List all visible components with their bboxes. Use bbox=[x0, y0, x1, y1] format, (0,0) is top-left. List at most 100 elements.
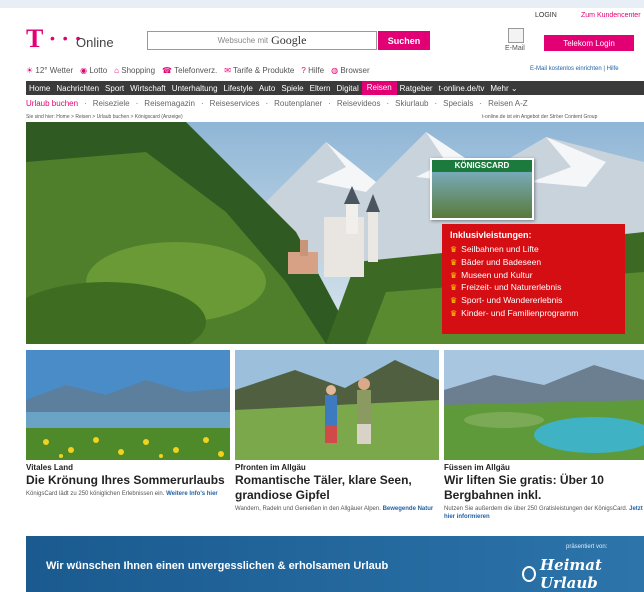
search-placeholder: Websuche mit bbox=[217, 36, 269, 45]
tile-title[interactable]: Romantische Täler, klare Seen, grandiose… bbox=[235, 473, 439, 503]
nav-auto[interactable]: Auto bbox=[256, 84, 278, 93]
lake-flowers-image bbox=[26, 350, 230, 460]
teaser-image-lake[interactable] bbox=[444, 350, 644, 460]
tile-kicker: Vitales Land bbox=[26, 463, 73, 472]
subnav-sep: · bbox=[84, 99, 87, 108]
subnav-az[interactable]: Reisen A-Z bbox=[488, 99, 528, 108]
nav-more[interactable]: Mehr ⌄ bbox=[487, 84, 520, 93]
quicklink-label: Lotto bbox=[89, 66, 108, 75]
subnav-sep: · bbox=[386, 99, 390, 108]
subnav-sep: · bbox=[265, 99, 269, 108]
help-icon: ? bbox=[301, 66, 306, 75]
inclusive-item: ♛ Museen und Kultur bbox=[450, 269, 625, 282]
teaser-image-hikers[interactable] bbox=[235, 350, 439, 460]
inclusive-item-label: Bäder und Badeseen bbox=[461, 256, 542, 267]
tile-teaser: Nutzen Sie außerdem die über 250 Gratisl… bbox=[444, 505, 644, 521]
tile-title[interactable]: Wir liften Sie gratis: Über 10 Bergbahne… bbox=[444, 473, 644, 503]
mail-icon[interactable] bbox=[508, 28, 524, 43]
quicklink-browser[interactable]: ◍ Browser bbox=[331, 66, 370, 75]
quicklink-phonebook[interactable]: ☎ Telefonverz. bbox=[162, 66, 217, 75]
tariff-icon: ✉ bbox=[224, 66, 231, 75]
subnav-destinations[interactable]: Reiseziele bbox=[93, 99, 130, 108]
phone-icon: ☎ bbox=[162, 66, 173, 75]
teaser-tile-1[interactable]: Vitales Land Die Krönung Ihres Sommerurl… bbox=[26, 350, 230, 498]
inclusive-item: ♛ Bäder und Badeseen bbox=[450, 256, 625, 269]
quicklinks-bar: ☀ 12° Wetter ◉ Lotto ⌂ Shopping ☎ Telefo… bbox=[26, 66, 370, 75]
tile-teaser-text: KönigsCard lädt zu 250 königlichen Erleb… bbox=[26, 491, 165, 497]
tile-teaser-text: Nutzen Sie außerdem die über 250 Gratisl… bbox=[444, 506, 628, 512]
nav-news[interactable]: Nachrichten bbox=[53, 84, 102, 93]
nav-advice[interactable]: Ratgeber bbox=[397, 84, 436, 93]
tile-title[interactable]: Die Krönung Ihres Sommerurlaubs bbox=[26, 473, 230, 488]
mail-label[interactable]: E-Mail bbox=[505, 45, 525, 52]
nav-economy[interactable]: Wirtschaft bbox=[127, 84, 169, 93]
heimat-urlaub-icon bbox=[522, 566, 536, 582]
globe-icon: ◍ bbox=[331, 66, 339, 75]
quicklink-help[interactable]: ? Hilfe bbox=[301, 66, 324, 75]
nav-digital[interactable]: Digital bbox=[334, 84, 362, 93]
tile-more-link[interactable]: Bewegende Natur bbox=[383, 506, 434, 512]
subnav-specials[interactable]: Specials bbox=[443, 99, 473, 108]
top-strip bbox=[0, 0, 644, 8]
logo-text[interactable]: Online bbox=[76, 35, 114, 50]
teaser-image-flowers[interactable] bbox=[26, 350, 230, 460]
inclusive-item: ♛ Freizeit- und Naturerlebnis bbox=[450, 281, 625, 294]
koenigscard-image[interactable]: KÖNIGSCARD bbox=[430, 158, 534, 220]
main-nav: Home Nachrichten Sport Wirtschaft Unterh… bbox=[26, 81, 644, 95]
breadcrumb[interactable]: Sie sind hier: Home > Reisen > Urlaub bu… bbox=[26, 114, 183, 120]
subnav-ski[interactable]: Skiurlaub bbox=[395, 99, 428, 108]
inclusive-item-label: Seilbahnen und Lifte bbox=[461, 244, 539, 254]
nav-tv[interactable]: t-online.de/tv bbox=[436, 84, 488, 93]
nav-entertainment[interactable]: Unterhaltung bbox=[169, 84, 221, 93]
quicklink-label: Telefonverz. bbox=[174, 66, 218, 75]
customer-center-link[interactable]: Zum Kundencenter bbox=[581, 12, 641, 19]
nav-games[interactable]: Spiele bbox=[278, 84, 306, 93]
subnav-services[interactable]: Reiseservices bbox=[210, 99, 260, 108]
mail-setup-link[interactable]: E-Mail kostenlos einrichten | Hilfe bbox=[530, 66, 619, 72]
subnav-magazine[interactable]: Reisemagazin bbox=[144, 99, 195, 108]
nav-lifestyle[interactable]: Lifestyle bbox=[221, 84, 256, 93]
subnav-route[interactable]: Routenplaner bbox=[274, 99, 322, 108]
cart-icon: ⌂ bbox=[114, 66, 119, 75]
teaser-tile-2[interactable]: Pfronten im Allgäu Romantische Täler, kl… bbox=[235, 350, 439, 513]
nav-home[interactable]: Home bbox=[26, 84, 53, 93]
banner-brand-text: Heimat Urlaub bbox=[539, 556, 602, 592]
subnav-videos[interactable]: Reisevideos bbox=[337, 99, 381, 108]
subnav-book[interactable]: Urlaub buchen bbox=[26, 99, 78, 108]
lotto-icon: ◉ bbox=[80, 66, 88, 75]
teaser-tile-3[interactable]: Füssen im Allgäu Wir liften Sie gratis: … bbox=[444, 350, 644, 521]
quicklink-lotto[interactable]: ◉ Lotto bbox=[80, 66, 107, 75]
quicklink-label: 12° Wetter bbox=[35, 66, 74, 75]
search-button[interactable]: Suchen bbox=[378, 31, 430, 50]
crown-icon: ♛ bbox=[450, 270, 458, 280]
tile-more-link[interactable]: Weitere Info's hier bbox=[166, 491, 218, 497]
footer-banner[interactable]: Wir wünschen Ihnen einen unvergesslichen… bbox=[26, 536, 644, 592]
google-logo: Google bbox=[271, 33, 307, 47]
crown-icon: ♛ bbox=[450, 257, 458, 267]
inclusive-title: Inklusivleistungen: bbox=[450, 230, 532, 240]
subnav-sep: · bbox=[479, 99, 483, 108]
tile-kicker: Füssen im Allgäu bbox=[444, 463, 510, 472]
crown-icon: ♛ bbox=[450, 296, 458, 306]
nav-parents[interactable]: Eltern bbox=[307, 84, 334, 93]
login-label[interactable]: LOGIN bbox=[535, 12, 557, 19]
inclusive-item-label: Kinder- und Familienprogramm bbox=[461, 307, 579, 318]
inclusive-box[interactable]: Inklusivleistungen: ♛ Seilbahnen und Lift… bbox=[442, 224, 625, 334]
quicklink-weather[interactable]: ☀ 12° Wetter bbox=[26, 66, 73, 75]
tile-kicker: Pfronten im Allgäu bbox=[235, 463, 306, 472]
banner-presented-by: präsentiert von: bbox=[566, 544, 608, 550]
nav-sport[interactable]: Sport bbox=[102, 84, 127, 93]
crown-icon: ♛ bbox=[450, 283, 458, 293]
heimat-urlaub-logo[interactable]: Heimat Urlaub bbox=[522, 556, 644, 592]
quicklink-shopping[interactable]: ⌂ Shopping bbox=[114, 66, 155, 75]
search-input[interactable]: Websuche mit Google bbox=[147, 31, 377, 50]
telekom-logo[interactable]: T bbox=[26, 26, 43, 52]
inclusive-item-label: Sport- und Wandererlebnis bbox=[461, 295, 563, 306]
nav-travel[interactable]: Reisen bbox=[361, 81, 397, 95]
quicklink-tariffs[interactable]: ✉ Tarife & Produkte bbox=[224, 66, 294, 75]
quicklink-label: Hilfe bbox=[308, 66, 325, 75]
inclusive-item: ♛ Sport- und Wandererlebnis bbox=[450, 294, 625, 307]
telekom-login-button[interactable]: Telekom Login bbox=[544, 35, 634, 51]
inclusive-item: ♛ Kinder- und Familienprogramm bbox=[450, 307, 625, 320]
card-title: KÖNIGSCARD bbox=[432, 160, 532, 172]
